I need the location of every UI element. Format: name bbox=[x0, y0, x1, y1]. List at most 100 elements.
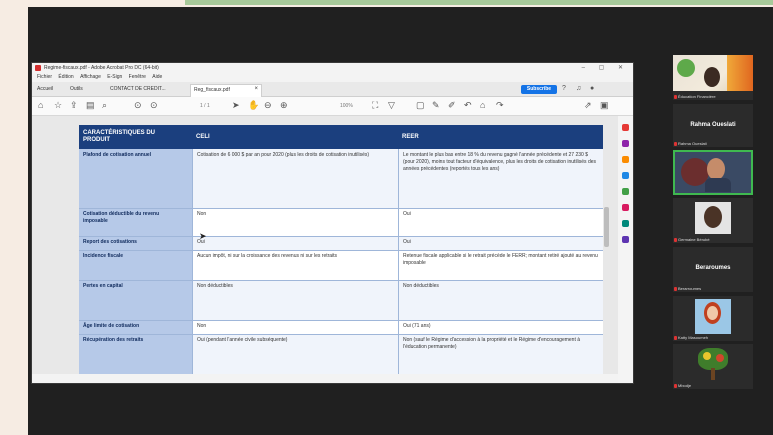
bell-icon[interactable]: ♫ bbox=[576, 85, 581, 92]
help-icon[interactable]: ? bbox=[562, 85, 566, 92]
user-icon[interactable]: ● bbox=[590, 85, 594, 92]
row-divider bbox=[79, 250, 603, 251]
organize-icon[interactable] bbox=[622, 172, 629, 179]
page-indicator[interactable]: 1 / 1 bbox=[200, 103, 210, 109]
table-cell-reer: Non déductibles bbox=[403, 283, 439, 289]
status-bar bbox=[32, 374, 618, 383]
row-divider bbox=[79, 320, 603, 321]
menu-bar: Fichier Édition Affichage E-Sign Fenêtre… bbox=[32, 73, 633, 82]
undo-icon[interactable]: ↶ bbox=[464, 100, 472, 111]
menu-item-edit[interactable]: Édition bbox=[58, 74, 73, 80]
tab-tools[interactable]: Outils bbox=[70, 86, 83, 92]
participant-video bbox=[704, 67, 720, 87]
compress-icon[interactable] bbox=[622, 220, 629, 227]
edit-pdf-icon[interactable] bbox=[622, 140, 629, 147]
muted-mic-icon bbox=[674, 384, 677, 388]
shared-screen[interactable]: Regime-fiscaux.pdf - Adobe Acrobat Pro D… bbox=[31, 62, 634, 384]
document-tab-label: Reg_fiscaux.pdf bbox=[194, 87, 230, 93]
table-cell-reer: Oui bbox=[403, 239, 411, 245]
participant-video bbox=[707, 306, 718, 320]
column-divider bbox=[192, 149, 193, 374]
export-pdf-icon[interactable] bbox=[622, 124, 629, 131]
filter-icon[interactable]: ▽ bbox=[388, 100, 395, 111]
participant-video bbox=[704, 206, 722, 228]
page-background-left bbox=[0, 0, 28, 435]
participant-video bbox=[705, 178, 731, 192]
table-cell-celi: Aucun impôt, ni sur la croissance des re… bbox=[197, 253, 338, 259]
menu-item-esign[interactable]: E-Sign bbox=[107, 74, 122, 80]
fit-page-icon[interactable]: ⛶ bbox=[372, 100, 378, 111]
window-controls[interactable]: – ▢ ✕ bbox=[582, 64, 629, 71]
tab-home[interactable]: Accueil bbox=[37, 86, 53, 92]
share-icon[interactable]: ⇗ bbox=[584, 100, 592, 111]
print-icon[interactable]: ▤ bbox=[86, 100, 95, 111]
highlight-icon[interactable]: ✐ bbox=[448, 100, 456, 111]
pen-icon[interactable]: ✎ bbox=[432, 100, 440, 111]
comment-icon[interactable]: ▢ bbox=[416, 100, 425, 111]
document-area: CARACTÉRISTIQUES DU PRODUIT CELI REER Pl… bbox=[32, 116, 633, 383]
row-divider bbox=[79, 236, 603, 237]
upload-icon[interactable]: ⇪ bbox=[70, 100, 78, 111]
participant-name: Katty Masoumeh bbox=[678, 335, 709, 340]
stamp-icon[interactable]: ⌂ bbox=[480, 100, 485, 111]
star-icon[interactable]: ☆ bbox=[54, 100, 62, 111]
prev-page-icon[interactable]: ⊙ bbox=[134, 100, 142, 111]
participant-tile[interactable]: Éducation Financière bbox=[673, 55, 753, 100]
table-row-label: Âge limite de cotisation bbox=[83, 323, 140, 329]
participant-tile[interactable]: Rahma Oueslati Rahma Oueslati bbox=[673, 104, 753, 147]
save-icon[interactable]: ▣ bbox=[600, 100, 609, 111]
row-divider bbox=[79, 208, 603, 209]
select-icon[interactable]: ➤ bbox=[232, 100, 240, 111]
participant-tile[interactable]: Katty Masoumeh bbox=[673, 296, 753, 341]
tab-contact[interactable]: CONTACT DE CREDIT... bbox=[110, 86, 166, 92]
title-bar: Regime-fiscaux.pdf - Adobe Acrobat Pro D… bbox=[32, 63, 633, 73]
home-icon[interactable]: ⌂ bbox=[38, 100, 43, 111]
menu-item-view[interactable]: Affichage bbox=[80, 74, 101, 80]
comment-tool-icon[interactable] bbox=[622, 156, 629, 163]
vertical-scrollbar[interactable] bbox=[604, 207, 609, 247]
table-cell-reer: Non (sauf le Régime d'accession à la pro… bbox=[403, 337, 581, 350]
row-divider bbox=[79, 334, 603, 335]
table-header-celi: CELI bbox=[192, 125, 398, 149]
muted-mic-icon bbox=[674, 142, 677, 146]
table-row-label: Incidence fiscale bbox=[83, 253, 124, 259]
fill-sign-icon[interactable] bbox=[622, 188, 629, 195]
tree-icon bbox=[711, 368, 715, 380]
subscribe-button[interactable]: Subscribe bbox=[521, 85, 557, 94]
table-row-label: Récupération des retraits bbox=[83, 337, 144, 343]
hand-tool-icon[interactable]: ✋ bbox=[248, 100, 259, 111]
menu-item-file[interactable]: Fichier bbox=[37, 74, 52, 80]
row-divider bbox=[79, 280, 603, 281]
active-speaker-tile[interactable] bbox=[673, 150, 753, 195]
zoom-in-icon[interactable]: ⊕ bbox=[280, 100, 288, 111]
table-cell-reer: Retenue fiscale applicable si le retrait… bbox=[403, 253, 598, 266]
table-row-label: Pertes en capital bbox=[83, 283, 123, 289]
tools-rail bbox=[618, 116, 633, 383]
participant-name: Berarroumes bbox=[678, 286, 702, 291]
header-label: CARACTÉRISTIQUES DU PRODUIT bbox=[83, 130, 156, 143]
participant-tile[interactable]: Mbodje bbox=[673, 344, 753, 389]
close-icon[interactable]: × bbox=[254, 86, 258, 92]
celi-cell-bg bbox=[192, 320, 398, 334]
participant-tile[interactable]: Germaine Bérubé bbox=[673, 198, 753, 243]
tab-document[interactable]: Reg_fiscaux.pdf × bbox=[190, 84, 262, 97]
redo-icon[interactable]: ↷ bbox=[496, 100, 504, 111]
pdf-page: CARACTÉRISTIQUES DU PRODUIT CELI REER Pl… bbox=[79, 125, 603, 374]
zoom-level[interactable]: 100% bbox=[340, 103, 353, 109]
header-label: CELI bbox=[196, 134, 210, 140]
celi-cell-bg bbox=[192, 208, 398, 236]
more-tools-icon[interactable] bbox=[622, 236, 629, 243]
table-cell-reer: Oui (71 ans) bbox=[403, 323, 431, 329]
logo-icon bbox=[677, 59, 695, 77]
menu-item-window[interactable]: Fenêtre bbox=[129, 74, 146, 80]
table-cell-celi: Non bbox=[197, 323, 207, 329]
protect-icon[interactable] bbox=[622, 204, 629, 211]
next-page-icon[interactable]: ⊙ bbox=[150, 100, 158, 111]
table-cell-celi: Non bbox=[197, 211, 207, 217]
search-icon[interactable]: ⌕ bbox=[102, 100, 107, 111]
participant-tile[interactable]: Beraroumes Berarroumes bbox=[673, 247, 753, 292]
menu-item-help[interactable]: Aide bbox=[152, 74, 162, 80]
zoom-out-icon[interactable]: ⊖ bbox=[264, 100, 272, 111]
table-header-product: CARACTÉRISTIQUES DU PRODUIT bbox=[79, 125, 192, 149]
celi-cell-bg bbox=[192, 236, 398, 250]
